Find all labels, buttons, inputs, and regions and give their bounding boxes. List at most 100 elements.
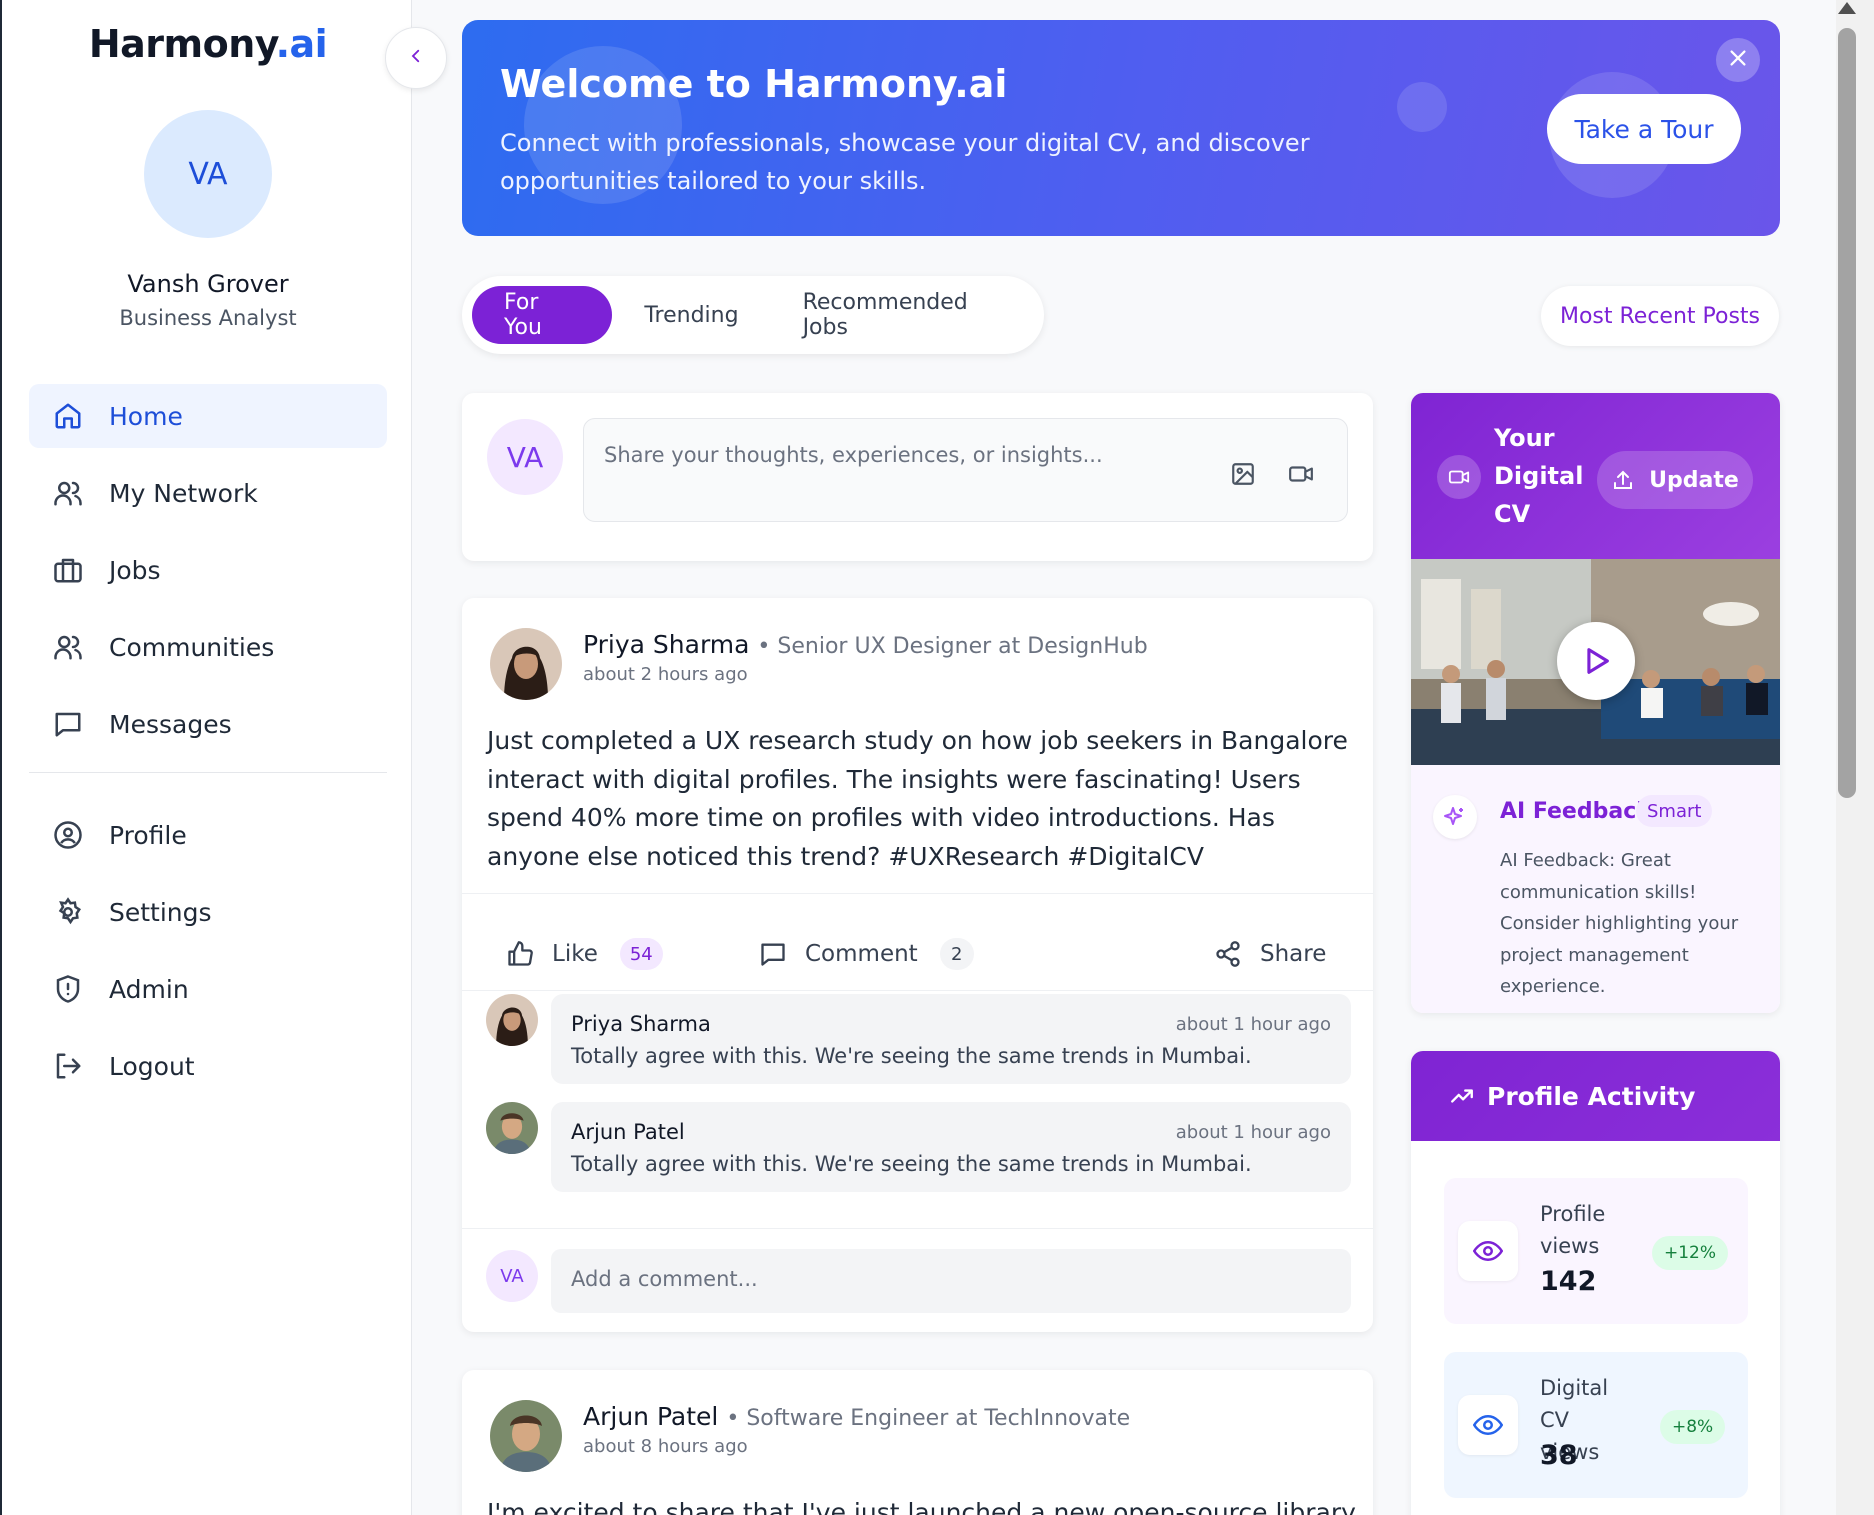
eye-icon <box>1458 1221 1518 1281</box>
post-body: Just completed a UX research study on ho… <box>487 726 1348 871</box>
close-banner-button[interactable] <box>1716 38 1760 82</box>
comment-icon <box>759 940 787 968</box>
like-button[interactable]: Like 54 <box>506 924 663 984</box>
stat-value: 38 <box>1540 1440 1578 1471</box>
commenter-name[interactable]: Arjun Patel <box>571 1120 685 1144</box>
divider <box>462 990 1373 991</box>
community-icon <box>53 630 87 664</box>
chevron-left-icon <box>407 47 425 69</box>
shield-icon <box>53 972 87 1006</box>
add-comment-input[interactable]: Add a comment... <box>551 1249 1351 1313</box>
take-tour-button[interactable]: Take a Tour <box>1547 94 1741 164</box>
commenter-avatar[interactable] <box>486 1102 538 1154</box>
comment-time: about 1 hour ago <box>1175 1014 1331 1035</box>
play-icon <box>1579 644 1613 678</box>
stat-label: Profile views <box>1540 1202 1606 1258</box>
like-count: 54 <box>619 938 663 970</box>
digital-cv-card: Your Digital CV Update AI Feedback Smart… <box>1411 393 1780 1013</box>
post-body: I'm excited to share that I've just laun… <box>487 1498 1357 1515</box>
eye-icon <box>1458 1395 1518 1455</box>
feed-post: Priya Sharma • Senior UX Designer at Des… <box>462 598 1373 1332</box>
sidebar-item-label: My Network <box>109 478 258 508</box>
avatar[interactable]: VA <box>144 110 272 238</box>
sidebar-item-network[interactable]: My Network <box>29 461 387 525</box>
collapse-sidebar-button[interactable] <box>385 27 447 89</box>
post-time: about 8 hours ago <box>583 1436 748 1457</box>
commenter-name[interactable]: Priya Sharma <box>571 1012 711 1036</box>
update-label: Update <box>1649 467 1739 493</box>
comment-item: Arjun Patel about 1 hour ago Totally agr… <box>486 1102 1351 1192</box>
thumbs-up-icon <box>506 940 534 968</box>
sidebar-nav: Home My Network Jobs Communities Message… <box>29 384 387 1111</box>
post-author[interactable]: Arjun Patel • Software Engineer at TechI… <box>583 1402 1130 1431</box>
profile-activity-card: Profile Activity Profile views 142 +12% … <box>1411 1051 1780 1515</box>
digital-cv-title: Your Digital CV <box>1494 424 1584 528</box>
cv-video-thumbnail[interactable] <box>1411 559 1780 765</box>
digital-cv-header: Your Digital CV Update <box>1411 393 1780 559</box>
share-button[interactable]: Share <box>1214 924 1326 984</box>
update-cv-button[interactable]: Update <box>1597 451 1753 509</box>
sidebar: Harmony.ai VA Vansh Grover Business Anal… <box>0 0 412 1515</box>
commenter-avatar[interactable] <box>486 994 538 1046</box>
user-role: Business Analyst <box>119 306 297 330</box>
ai-feedback-text: AI Feedback: Great communication skills!… <box>1500 850 1739 997</box>
welcome-banner: Welcome to Harmony.ai Connect with profe… <box>462 20 1780 236</box>
comment-count: 2 <box>939 938 974 970</box>
divider <box>462 1228 1373 1229</box>
tab-trending[interactable]: Trending <box>612 286 770 344</box>
sidebar-item-label: Admin <box>109 974 189 1004</box>
video-icon <box>1437 455 1481 499</box>
profile-activity-header: Profile Activity <box>1411 1051 1780 1141</box>
tab-recommended-jobs[interactable]: Recommended Jobs <box>771 286 1044 344</box>
sidebar-item-label: Profile <box>109 820 187 850</box>
author-avatar[interactable] <box>490 1400 562 1472</box>
upload-icon <box>1611 468 1635 492</box>
profile-activity-title: Profile Activity <box>1487 1081 1696 1111</box>
sparkles-icon <box>1433 795 1477 839</box>
smart-badge: Smart <box>1636 795 1713 827</box>
video-icon[interactable] <box>1288 461 1314 491</box>
comment-bubble: Priya Sharma about 1 hour ago Totally ag… <box>551 994 1351 1084</box>
sidebar-item-label: Jobs <box>109 555 161 585</box>
message-icon <box>53 707 87 741</box>
author-avatar[interactable] <box>490 628 562 700</box>
user-circle-icon <box>53 818 87 852</box>
sidebar-item-admin[interactable]: Admin <box>29 957 387 1021</box>
share-label: Share <box>1260 941 1327 967</box>
stat-cv-views[interactable]: Digital CV views 38 +8% <box>1444 1352 1748 1498</box>
play-button[interactable] <box>1557 622 1635 700</box>
user-name: Vansh Grover <box>127 270 289 298</box>
stat-profile-views[interactable]: Profile views 142 +12% <box>1444 1178 1748 1324</box>
image-icon[interactable] <box>1230 461 1256 491</box>
brand-logo[interactable]: Harmony.ai <box>2 22 414 66</box>
like-label: Like <box>552 941 598 967</box>
sidebar-item-home[interactable]: Home <box>29 384 387 448</box>
sidebar-item-messages[interactable]: Messages <box>29 692 387 756</box>
sidebar-item-logout[interactable]: Logout <box>29 1034 387 1098</box>
sidebar-item-label: Messages <box>109 709 232 739</box>
nav-divider <box>29 772 387 773</box>
post-actions: Like 54 Comment 2 Share <box>462 924 1373 984</box>
avatar: VA <box>487 419 563 495</box>
sidebar-item-settings[interactable]: Settings <box>29 880 387 944</box>
banner-title: Welcome to Harmony.ai <box>500 62 1008 106</box>
comment-label: Comment <box>805 941 918 967</box>
post-author[interactable]: Priya Sharma • Senior UX Designer at Des… <box>583 630 1148 659</box>
tab-for-you[interactable]: For You <box>472 286 613 344</box>
sidebar-item-profile[interactable]: Profile <box>29 803 387 867</box>
feed-tabs: For You Trending Recommended Jobs <box>462 276 1044 354</box>
divider <box>462 893 1373 894</box>
comment-button[interactable]: Comment 2 <box>759 924 974 984</box>
logout-icon <box>53 1049 87 1083</box>
sidebar-item-communities[interactable]: Communities <box>29 615 387 679</box>
sidebar-item-jobs[interactable]: Jobs <box>29 538 387 602</box>
sort-most-recent-button[interactable]: Most Recent Posts <box>1541 286 1779 346</box>
stat-change-badge: +12% <box>1652 1236 1729 1270</box>
sidebar-item-label: Settings <box>109 897 212 927</box>
stat-change-badge: +8% <box>1660 1410 1726 1444</box>
scrollbar-thumb[interactable] <box>1838 28 1856 798</box>
ai-feedback-panel: AI Feedback Smart AI Feedback: Great com… <box>1411 765 1780 1013</box>
scroll-up-arrow-icon[interactable] <box>1838 2 1856 14</box>
sidebar-item-label: Communities <box>109 632 275 662</box>
sidebar-item-label: Logout <box>109 1051 195 1081</box>
